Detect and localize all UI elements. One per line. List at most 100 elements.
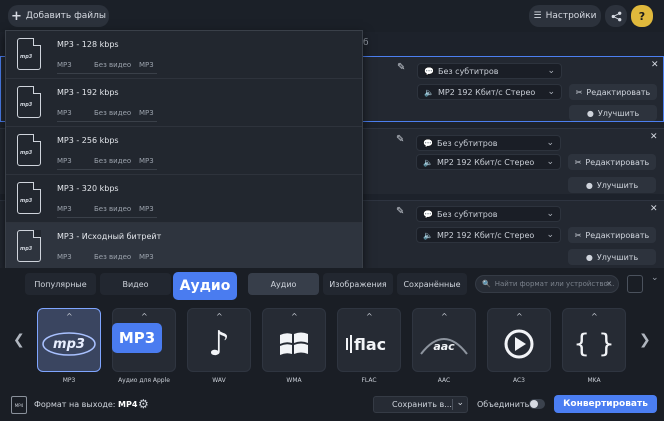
add-files-label: Добавить файлы — [25, 11, 106, 21]
format-tile-aac[interactable]: ^ aac — [412, 308, 476, 372]
preset-name: MP3 - 320 kbps — [57, 184, 119, 193]
preset-dropdown: mp3 MP3 - 128 kbps MP3 Без видео MP3 mp3… — [5, 30, 363, 271]
format-search-field[interactable]: 🔍 Найти формат или устройство... ✕ — [475, 275, 619, 293]
improve-button[interactable]: ● Улучшить — [568, 249, 656, 265]
chevron-up-icon: ^ — [141, 312, 148, 321]
preset-video: Без видео — [94, 157, 132, 165]
clear-icon[interactable]: ✕ — [606, 280, 612, 288]
audio-value: MP2 192 Кбит/с Стерео — [436, 230, 535, 240]
format-tile-flac[interactable]: ^ flac — [337, 308, 401, 372]
edit-label: Редактировать — [586, 87, 651, 97]
play-circle-icon — [488, 323, 550, 365]
edit-button[interactable]: ✂ Редактировать — [568, 154, 656, 170]
close-icon[interactable]: ✕ — [650, 204, 658, 214]
tools-icon: ✂ — [574, 157, 582, 167]
subtitles-icon: 💬 — [423, 209, 433, 219]
preset-item[interactable]: mp3 MP3 - 256 kbps MP3 Без видео MP3 — [6, 127, 362, 175]
tab-video[interactable]: Видео — [100, 273, 171, 295]
format-settings-button[interactable] — [627, 275, 643, 293]
improve-label: Улучшить — [596, 180, 639, 190]
output-format-label: Формат на выходе: MP4 — [34, 400, 138, 409]
preset-format: MP3 — [57, 61, 72, 69]
audio-select[interactable]: 🔈 MP2 192 Кбит/с Стерео ⌄ — [416, 227, 561, 243]
tab-saved[interactable]: Сохранённые — [397, 273, 467, 295]
edit-name-icon[interactable]: ✎ — [396, 134, 404, 145]
chevron-down-icon: ⌄ — [547, 87, 555, 97]
share-icon — [611, 11, 621, 21]
music-note-icon: ♪ — [208, 324, 230, 364]
chevron-down-icon: ⌄ — [547, 66, 555, 76]
improve-label: Улучшить — [596, 252, 639, 262]
save-to-label: Сохранить в... — [392, 400, 452, 409]
tab-popular[interactable]: Популярные — [25, 273, 96, 295]
settings-label: Настройки — [545, 11, 597, 21]
tooltip-mp3: MP3 — [112, 323, 162, 353]
preset-item[interactable]: mp3 MP3 - 192 kbps MP3 Без видео MP3 — [6, 79, 362, 127]
chevron-up-icon: ^ — [291, 312, 298, 321]
scroll-left-icon[interactable]: ❮ — [13, 332, 25, 348]
improve-button[interactable]: ● Улучшить — [568, 177, 656, 193]
speaker-icon: 🔈 — [424, 87, 434, 97]
divider — [57, 73, 157, 74]
chevron-up-icon: ^ — [66, 312, 73, 321]
audio-value: MP2 192 Кбит/с Стерео — [437, 87, 536, 97]
format-label: Аудио для Apple — [118, 377, 170, 384]
share-button[interactable] — [605, 5, 627, 27]
speaker-icon: 🔈 — [423, 157, 433, 167]
subtitles-select[interactable]: 💬 Без субтитров ⌄ — [416, 206, 561, 222]
scroll-right-icon[interactable]: ❯ — [639, 332, 651, 348]
audio-value: MP2 192 Кбит/с Стерео — [436, 157, 535, 167]
close-icon[interactable]: ✕ — [651, 60, 659, 70]
tab-images[interactable]: Изображения — [323, 273, 393, 295]
preset-item[interactable]: mp3 MP3 - Исходный битрейт MP3 Без видео… — [6, 223, 362, 271]
edit-name-icon[interactable]: ✎ — [397, 62, 405, 73]
braces-icon: { } — [573, 329, 615, 359]
preset-audio: MP3 — [139, 205, 154, 213]
gear-icon[interactable]: ⚙ — [138, 397, 149, 411]
chevron-up-icon: ^ — [216, 312, 223, 321]
divider — [57, 169, 157, 170]
format-tile-wav[interactable]: ^ ♪ — [187, 308, 251, 372]
format-tile-mp3[interactable]: ^ mp3 — [37, 308, 101, 372]
windows-logo-icon — [263, 323, 325, 365]
edit-button[interactable]: ✂ Редактировать — [568, 227, 656, 243]
chevron-up-icon: ^ — [516, 312, 523, 321]
tab-audio[interactable]: Аудио — [248, 273, 319, 295]
edit-name-icon[interactable]: ✎ — [396, 206, 404, 217]
format-label: WAV — [212, 377, 226, 384]
svg-text:aac: aac — [433, 340, 455, 353]
close-icon[interactable]: ✕ — [650, 132, 658, 142]
preset-item[interactable]: mp3 MP3 - 320 kbps MP3 Без видео MP3 — [6, 175, 362, 223]
settings-button[interactable]: ☰ Настройки — [529, 5, 601, 27]
subtitles-icon: 💬 — [423, 138, 433, 148]
format-label: AC3 — [512, 377, 525, 384]
format-tile-mka[interactable]: ^ { } — [562, 308, 626, 372]
preset-video: Без видео — [94, 253, 132, 261]
format-tile-wma[interactable]: ^ — [262, 308, 326, 372]
chevron-up-icon: ^ — [441, 312, 448, 321]
edit-button[interactable]: ✂ Редактировать — [569, 84, 657, 100]
chevron-down-icon: ⌄ — [546, 157, 554, 167]
merge-toggle[interactable] — [529, 399, 545, 409]
subtitles-value: Без субтитров — [436, 209, 498, 219]
audio-select[interactable]: 🔈 MP2 192 Кбит/с Стерео ⌄ — [417, 84, 562, 100]
tools-icon: ✂ — [574, 230, 582, 240]
convert-button[interactable]: Конвертировать — [554, 395, 657, 413]
audio-select[interactable]: 🔈 MP2 192 Кбит/с Стерео ⌄ — [416, 154, 561, 170]
subtitles-select[interactable]: 💬 Без субтитров ⌄ — [416, 135, 561, 151]
preset-item[interactable]: mp3 MP3 - 128 kbps MP3 Без видео MP3 — [6, 31, 362, 79]
preset-video: Без видео — [94, 61, 132, 69]
add-files-button[interactable]: + Добавить файлы — [8, 5, 109, 27]
help-button[interactable]: ? — [631, 5, 653, 27]
improve-button[interactable]: ● Улучшить — [569, 105, 657, 121]
chevron-up-icon: ^ — [591, 312, 598, 321]
preset-audio: MP3 — [139, 109, 154, 117]
flac-logo-icon: flac — [338, 323, 400, 365]
subtitles-select[interactable]: 💬 Без субтитров ⌄ — [417, 63, 562, 79]
chevron-down-icon[interactable]: ⌄ — [651, 273, 659, 283]
improve-label: Улучшить — [597, 108, 640, 118]
format-tile-ac3[interactable]: ^ — [487, 308, 551, 372]
save-to-select[interactable]: Сохранить в... ⌄ — [373, 396, 468, 413]
mp3-logo-icon: mp3 — [38, 323, 100, 365]
preset-audio: MP3 — [139, 157, 154, 165]
